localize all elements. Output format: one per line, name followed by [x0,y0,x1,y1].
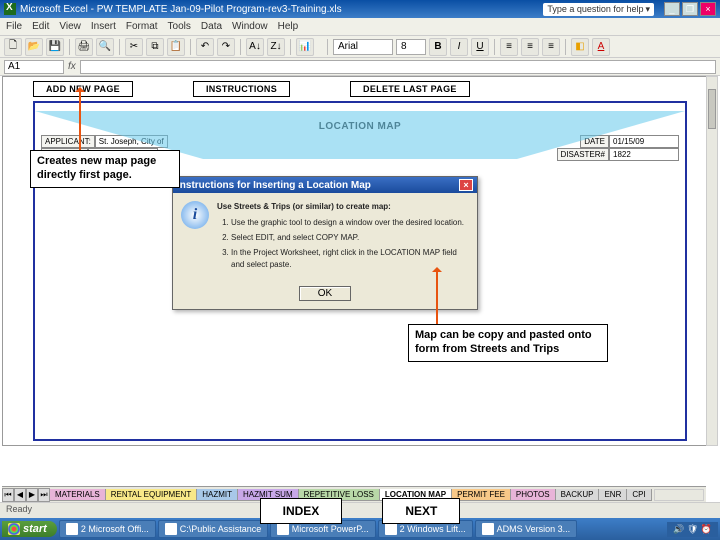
help-question-box[interactable]: Type a question for help ▾ [543,3,654,16]
align-right-icon[interactable]: ≡ [542,38,560,56]
value-date[interactable]: 01/15/09 [609,135,679,148]
dialog-titlebar[interactable]: Instructions for Inserting a Location Ma… [173,177,477,193]
menu-format[interactable]: Format [126,21,158,32]
window-title: Microsoft Excel - PW TEMPLATE Jan-09-Pil… [20,4,543,15]
copy-icon[interactable]: ⧉ [146,38,164,56]
menubar: File Edit View Insert Format Tools Data … [0,18,720,36]
close-button[interactable]: × [700,2,716,16]
callout-arrow-2 [436,268,438,326]
cut-icon[interactable]: ✂ [125,38,143,56]
standard-toolbar: 🗋 📂 💾 🖨 🔍 ✂ ⧉ 📋 ↶ ↷ A↓ Z↓ 📊 Arial 8 B I … [0,36,720,58]
index-button[interactable]: INDEX [260,498,343,524]
excel-icon [4,3,16,15]
font-selector[interactable]: Arial [333,39,393,55]
delete-last-page-button[interactable]: DELETE LAST PAGE [350,81,470,97]
align-left-icon[interactable]: ≡ [500,38,518,56]
window-titlebar: Microsoft Excel - PW TEMPLATE Jan-09-Pil… [0,0,720,18]
sort-desc-icon[interactable]: Z↓ [267,38,285,56]
menu-help[interactable]: Help [278,21,299,32]
label-date: DATE [580,135,609,148]
fill-color-icon[interactable]: ◧ [571,38,589,56]
menu-window[interactable]: Window [232,21,268,32]
preview-icon[interactable]: 🔍 [96,38,114,56]
form-header: LOCATION MAP [35,103,685,135]
name-box[interactable]: A1 [4,60,64,74]
chart-icon[interactable]: 📊 [296,38,314,56]
new-icon[interactable]: 🗋 [4,38,22,56]
paste-icon[interactable]: 📋 [167,38,185,56]
menu-data[interactable]: Data [201,21,222,32]
save-icon[interactable]: 💾 [46,38,64,56]
dialog-close-button[interactable]: × [459,179,473,191]
align-center-icon[interactable]: ≡ [521,38,539,56]
dialog-title-text: Instructions for Inserting a Location Ma… [177,180,371,191]
minimize-button[interactable]: _ [664,2,680,16]
instructions-dialog: Instructions for Inserting a Location Ma… [172,176,478,310]
callout-add-page: Creates new map page directly first page… [30,150,180,188]
italic-icon[interactable]: I [450,38,468,56]
menu-file[interactable]: File [6,21,22,32]
callout-copy-paste: Map can be copy and pasted onto form fro… [408,324,608,362]
open-icon[interactable]: 📂 [25,38,43,56]
callout-arrow-1 [79,88,81,150]
next-button[interactable]: NEXT [382,498,460,524]
fx-icon[interactable]: fx [68,61,76,72]
info-icon: i [181,201,209,229]
formula-bar: A1 fx [0,58,720,76]
font-size-selector[interactable]: 8 [396,39,426,55]
instructions-button[interactable]: INSTRUCTIONS [193,81,290,97]
menu-view[interactable]: View [59,21,81,32]
maximize-button[interactable]: ❐ [682,2,698,16]
menu-insert[interactable]: Insert [91,21,116,32]
value-disaster[interactable]: 1822 [609,148,679,161]
sort-asc-icon[interactable]: A↓ [246,38,264,56]
slide-nav: INDEX NEXT [0,498,720,524]
menu-tools[interactable]: Tools [168,21,191,32]
value-applicant[interactable]: St. Joseph, City of [95,135,168,148]
menu-edit[interactable]: Edit [32,21,49,32]
formula-input[interactable] [80,60,716,74]
bold-icon[interactable]: B [429,38,447,56]
print-icon[interactable]: 🖨 [75,38,93,56]
vertical-scrollbar[interactable] [706,76,718,446]
label-disaster: DISASTER# [557,148,609,161]
redo-icon[interactable]: ↷ [217,38,235,56]
font-color-icon[interactable]: A [592,38,610,56]
label-applicant: APPLICANT: [41,135,95,148]
underline-icon[interactable]: U [471,38,489,56]
dialog-ok-button[interactable]: OK [299,286,351,301]
undo-icon[interactable]: ↶ [196,38,214,56]
